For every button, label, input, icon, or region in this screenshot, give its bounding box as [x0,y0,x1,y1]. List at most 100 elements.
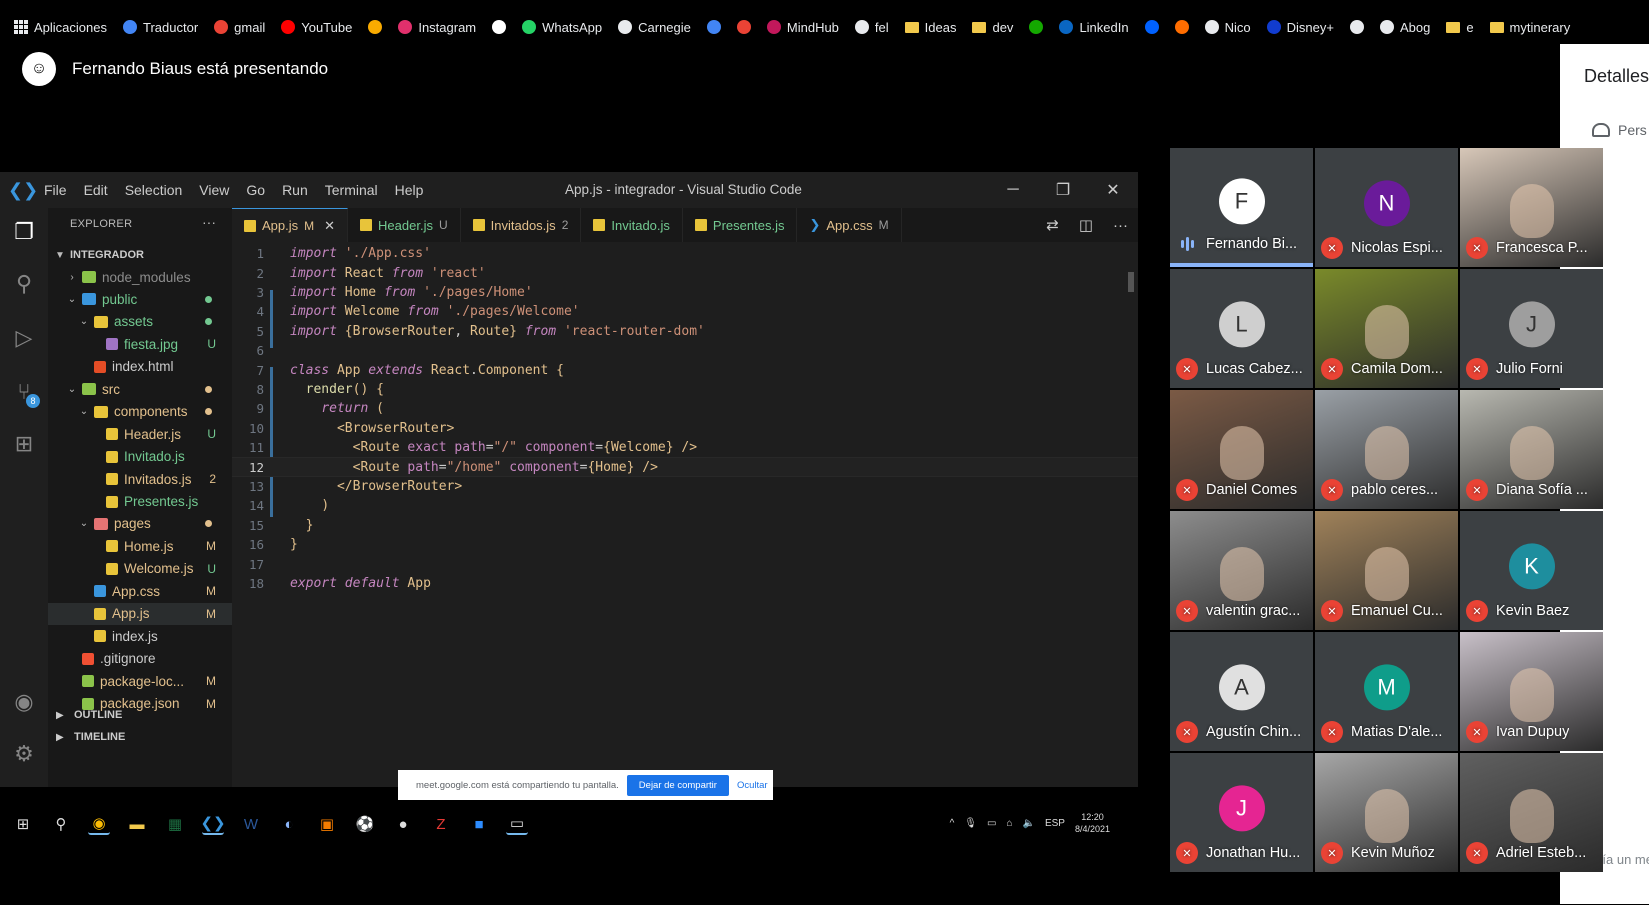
tab-header-js[interactable]: Header.js U [348,208,461,242]
menu-selection[interactable]: Selection [125,182,183,198]
participant-tile[interactable]: ✕ valentin grac... [1170,511,1313,630]
stop-sharing-button[interactable]: Dejar de compartir [626,774,729,796]
extensions-icon[interactable]: ⊞ [10,430,38,458]
settings-gear-icon[interactable]: ⚙ [10,740,38,768]
split-editor-icon[interactable]: ◫ [1079,216,1093,234]
restore-icon[interactable]: ❐ [1038,172,1088,208]
clock[interactable]: 12:20 8/4/2021 [1075,811,1110,835]
participant-tile[interactable]: ✕ Camila Dom... [1315,269,1458,388]
word-icon[interactable]: W [240,813,262,835]
app-icon[interactable]: ▣ [316,813,338,835]
file-item[interactable]: Welcome.js U [48,558,232,580]
source-control-icon[interactable]: ⑂ 8 [10,378,40,408]
people-tab[interactable]: Pers [1592,122,1647,138]
folder-item[interactable]: ⌄ components [48,401,232,423]
hide-banner-button[interactable]: Ocultar [737,780,768,791]
participant-tile[interactable]: J ✕ Julio Forni [1460,269,1603,388]
minimize-icon[interactable]: ─ [988,172,1038,208]
menu-run[interactable]: Run [282,182,308,198]
menu-terminal[interactable]: Terminal [325,182,378,198]
folder-item[interactable]: ⌄ pages [48,513,232,535]
participant-tile[interactable]: F Fernando Bi... [1170,148,1313,267]
folder-item[interactable]: › node_modules [48,266,232,288]
folder-item[interactable]: ⌄ assets [48,311,232,333]
bookmark-item[interactable]: gmail [214,20,265,35]
tab-presentes-js[interactable]: Presentes.js [683,208,798,242]
search-icon[interactable]: ⚲ [10,270,38,298]
bookmark-item[interactable] [492,20,507,34]
bookmark-item[interactable]: Disney+ [1266,20,1334,35]
app-icon[interactable]: ● [392,813,414,835]
bookmark-item[interactable]: Carnegie [618,20,691,35]
menu-view[interactable]: View [199,182,229,198]
bookmark-item[interactable]: e [1446,20,1474,35]
participant-tile[interactable]: ✕ Daniel Comes [1170,390,1313,509]
tab-invitados-js[interactable]: Invitados.js 2 [461,208,582,242]
bookmark-item[interactable] [736,20,751,34]
browser-icon[interactable]: ◐ [278,813,300,835]
bookmark-item[interactable]: Nico [1204,20,1251,35]
tab-app-css[interactable]: ❯ App.css M [797,208,902,242]
participant-tile[interactable]: ✕ Kevin Muñoz [1315,753,1458,872]
tab-close-icon[interactable]: ✕ [324,218,335,234]
participant-tile[interactable]: N ✕ Nicolas Espi... [1315,148,1458,267]
more-icon[interactable]: ··· [1113,217,1128,234]
file-explorer-icon[interactable]: ▬ [126,813,148,835]
tray-chevron-icon[interactable]: ^ [950,818,955,829]
project-root[interactable]: ▼ INTEGRADOR [48,244,232,266]
file-item[interactable]: Invitado.js [48,446,232,468]
bookmark-item[interactable] [1349,20,1364,34]
bookmark-item[interactable] [706,20,721,34]
bookmark-item[interactable]: MindHub [766,20,839,35]
file-item[interactable]: .gitignore [48,648,232,670]
participant-tile[interactable]: A ✕ Agustín Chin... [1170,632,1313,751]
participant-tile[interactable]: ✕ Ivan Dupuy [1460,632,1603,751]
bookmark-item[interactable]: YouTube [281,20,352,35]
file-item[interactable]: Presentes.js [48,491,232,513]
bookmark-item[interactable]: WhatsApp [522,20,602,35]
zoom-icon[interactable]: ■ [468,813,490,835]
menu-go[interactable]: Go [246,182,265,198]
tab-invitado-js[interactable]: Invitado.js [581,208,683,242]
account-icon[interactable]: ◉ [10,688,38,716]
file-item[interactable]: Header.js U [48,423,232,445]
participant-tile[interactable]: K ✕ Kevin Baez [1460,511,1603,630]
file-item[interactable]: index.js [48,625,232,647]
outline-section[interactable]: ▶ OUTLINE [48,704,232,726]
participant-tile[interactable]: J ✕ Jonathan Hu... [1170,753,1313,872]
menu-edit[interactable]: Edit [84,182,108,198]
bookmark-item[interactable]: LinkedIn [1059,20,1129,35]
participant-tile[interactable]: M ✕ Matias D'ale... [1315,632,1458,751]
bookmark-item[interactable]: Instagram [398,20,476,35]
bookmark-item[interactable]: Abog [1379,20,1430,35]
bookmark-item[interactable]: Ideas [904,20,956,35]
timeline-section[interactable]: ▶ TIMELINE [48,726,232,748]
participant-tile[interactable]: ✕ pablo ceres... [1315,390,1458,509]
participant-tile[interactable]: ✕ Francesca P... [1460,148,1603,267]
filezilla-icon[interactable]: Z [430,813,452,835]
excel-icon[interactable]: ▦ [164,813,186,835]
file-item[interactable]: fiesta.jpg U [48,333,232,355]
bookmark-item[interactable]: dev [972,20,1013,35]
chrome-icon[interactable]: ◉ [88,813,110,835]
folder-item[interactable]: ⌄ public [48,288,232,310]
code-editor[interactable]: 1 import './App.css' 2 import React from 'r… [232,242,1138,787]
file-item[interactable]: Invitados.js 2 [48,468,232,490]
file-item[interactable]: Home.js M [48,535,232,557]
explorer-icon[interactable]: ❐ [10,218,38,246]
bookmark-item[interactable]: mytinerary [1489,20,1570,35]
participant-tile[interactable]: ✕ Adriel Esteb... [1460,753,1603,872]
bookmark-item[interactable]: Aplicaciones [14,20,107,35]
run-debug-icon[interactable]: ▷ [10,324,38,352]
tab-app-js[interactable]: App.js M ✕ [232,208,349,242]
bookmark-item[interactable]: fel [854,20,889,35]
participant-tile[interactable]: L ✕ Lucas Cabez... [1170,269,1313,388]
menu-file[interactable]: File [44,182,67,198]
volume-icon[interactable]: 🔈 [1022,818,1034,829]
windows-start-icon[interactable]: ⊞ [12,813,34,835]
menu-help[interactable]: Help [395,182,424,198]
file-item[interactable]: App.css M [48,580,232,602]
file-item[interactable]: App.js M [48,602,232,625]
bookmark-item[interactable] [1144,20,1159,34]
bookmark-item[interactable] [368,20,383,34]
